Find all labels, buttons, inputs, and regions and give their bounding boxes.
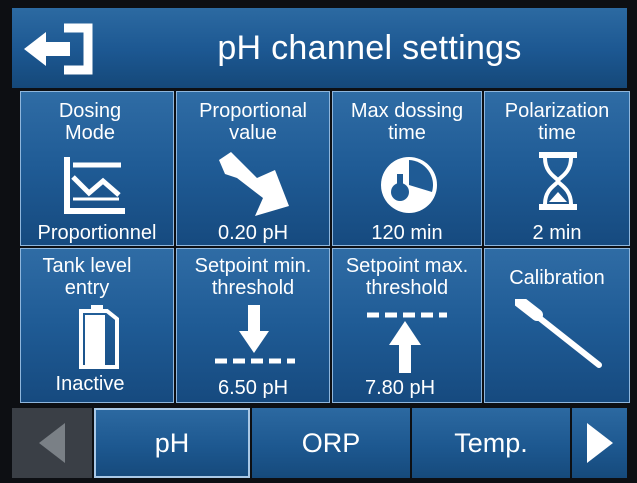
tank-icon — [79, 305, 119, 369]
arrow-down-threshold-icon — [215, 305, 295, 364]
tile-label: Dosing Mode — [58, 100, 122, 144]
tile-setpoint-min-threshold[interactable]: Setpoint min. threshold 6.50 pH — [176, 248, 330, 403]
tile-calibration[interactable]: Calibration — [484, 248, 630, 403]
tile-label: Max dossing time — [350, 100, 464, 144]
tile-value: 0.20 pH — [217, 222, 289, 244]
tab-temp[interactable]: Temp. — [412, 408, 570, 478]
arrow-up-threshold-icon — [367, 312, 447, 373]
tile-value: Inactive — [55, 373, 125, 395]
proportional-graph-icon — [64, 157, 125, 214]
tile-label: Proportional value — [199, 100, 307, 144]
tab-orp[interactable]: ORP — [252, 408, 410, 478]
tile-label: Setpoint max. threshold — [345, 255, 469, 299]
tab-label: pH — [154, 427, 190, 458]
tile-tank-level-entry[interactable]: Tank level entry Inactive — [20, 248, 174, 403]
clock-flask-icon — [381, 157, 437, 213]
tab-label: ORP — [301, 427, 361, 458]
tile-setpoint-max-threshold[interactable]: Setpoint max. threshold 7.80 pH — [332, 248, 482, 403]
tile-value: 7.80 pH — [364, 377, 436, 399]
arrow-right-icon — [586, 423, 613, 463]
tile-dosing-mode[interactable]: Dosing Mode Proportionnel — [20, 91, 174, 246]
tile-value: Proportionnel — [37, 222, 157, 244]
tile-label: Calibration — [509, 267, 605, 289]
probe-icon — [515, 299, 602, 368]
bottom-tab-bar: pH ORP Temp. — [12, 408, 627, 478]
diagonal-down-arrow-icon — [219, 152, 289, 216]
tile-label: Polarization time — [504, 100, 610, 144]
tile-max-dosing-time[interactable]: Max dossing time 120 min — [332, 91, 482, 246]
tile-polarization-time[interactable]: Polarization time 2 min — [484, 91, 630, 246]
arrow-left-icon — [39, 423, 65, 463]
tab-ph[interactable]: pH — [94, 408, 250, 478]
tile-label: Tank level entry — [42, 255, 132, 299]
hourglass-icon — [539, 152, 577, 210]
tile-value: 120 min — [371, 222, 443, 244]
next-button[interactable] — [572, 408, 627, 478]
tile-value: 6.50 pH — [217, 377, 289, 399]
prev-button[interactable] — [12, 408, 92, 478]
tile-label: Setpoint min. threshold — [194, 255, 312, 299]
tile-proportional-value[interactable]: Proportional value 0.20 pH — [176, 91, 330, 246]
tab-label: Temp. — [454, 427, 528, 458]
tile-value: 2 min — [532, 222, 582, 244]
